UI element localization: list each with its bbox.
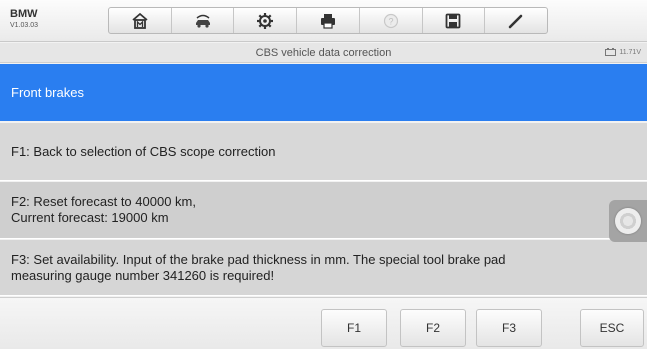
toolbar-buttons: ? bbox=[108, 7, 548, 34]
option-f3-line1: F3: Set availability. Input of the brake… bbox=[11, 251, 506, 267]
save-button[interactable] bbox=[423, 8, 486, 33]
vehicle-info: BMW V1.03.03 bbox=[10, 8, 39, 30]
option-f3[interactable]: F3: Set availability. Input of the brake… bbox=[0, 240, 647, 296]
option-f2-line2: Current forecast: 19000 km bbox=[11, 210, 169, 225]
print-button[interactable] bbox=[297, 8, 360, 33]
battery-status: 11.71V bbox=[605, 48, 641, 56]
pen-button[interactable] bbox=[485, 8, 547, 33]
printer-icon bbox=[321, 13, 336, 29]
software-version: V1.03.03 bbox=[10, 22, 39, 29]
assist-circle-icon bbox=[615, 208, 641, 234]
help-icon: ? bbox=[383, 13, 398, 28]
esc-button[interactable]: ESC bbox=[580, 309, 644, 347]
gear-icon bbox=[257, 12, 274, 29]
page-title: CBS vehicle data correction bbox=[255, 47, 392, 59]
section-title: Front brakes bbox=[11, 85, 84, 100]
pen-icon bbox=[508, 14, 523, 28]
vehicle-swap-icon bbox=[195, 14, 210, 28]
option-f1[interactable]: F1: Back to selection of CBS scope corre… bbox=[0, 123, 647, 181]
home-button[interactable] bbox=[109, 8, 172, 33]
help-button[interactable]: ? bbox=[360, 8, 423, 33]
option-f2-line1: F2: Reset forecast to 40000 km, bbox=[11, 194, 196, 209]
f1-button[interactable]: F1 bbox=[321, 309, 387, 347]
title-bar: CBS vehicle data correction 11.71V bbox=[0, 43, 647, 63]
battery-icon bbox=[605, 48, 617, 56]
vehicle-swap-button[interactable] bbox=[172, 8, 235, 33]
option-f3-line2: measuring gauge number 341260 is require… bbox=[11, 267, 275, 283]
f2-button[interactable]: F2 bbox=[400, 309, 466, 347]
function-key-bar: F1 F2 F3 ESC bbox=[0, 297, 647, 349]
app-window: BMW V1.03.03 ? CBS vehicle data correcti… bbox=[0, 0, 647, 349]
svg-text:?: ? bbox=[388, 16, 393, 26]
option-f2[interactable]: F2: Reset forecast to 40000 km, Current … bbox=[0, 182, 647, 239]
battery-voltage: 11.71V bbox=[619, 48, 641, 56]
vehicle-make: BMW bbox=[10, 8, 38, 20]
section-header: Front brakes bbox=[0, 64, 647, 121]
option-f1-label: F1: Back to selection of CBS scope corre… bbox=[11, 144, 276, 159]
save-icon bbox=[446, 13, 461, 28]
floating-assist-button[interactable] bbox=[609, 200, 647, 242]
settings-button[interactable] bbox=[234, 8, 298, 33]
f3-button[interactable]: F3 bbox=[476, 309, 542, 347]
top-toolbar: BMW V1.03.03 ? bbox=[0, 0, 647, 42]
home-icon bbox=[132, 12, 148, 29]
